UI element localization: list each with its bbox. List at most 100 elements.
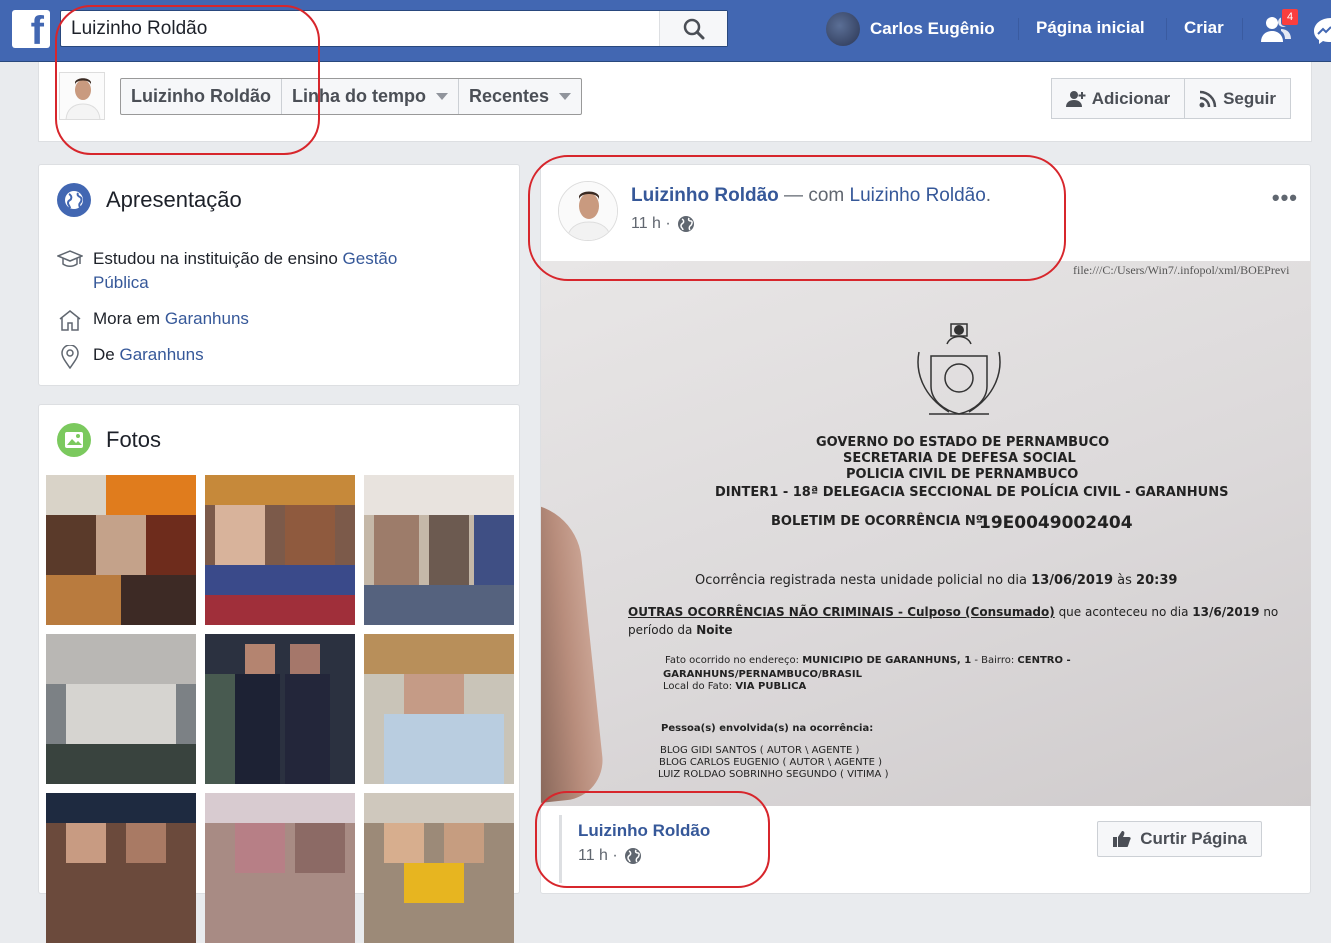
nav-create-link[interactable]: Criar [1184, 18, 1224, 38]
shared-page-footer: Luizinho Roldão 11 h · [559, 815, 779, 883]
photo-thumbnail[interactable] [205, 475, 355, 625]
doc-line: GOVERNO DO ESTADO DE PERNAMBUCO [816, 435, 1110, 450]
doc-type-text: OUTRAS OCORRÊNCIAS NÃO CRIMINAIS - Culpo… [628, 605, 1055, 619]
shared-page-name[interactable]: Luizinho Roldão [578, 821, 779, 841]
doc-registered: Ocorrência registrada nesta unidade poli… [695, 573, 1177, 588]
photo-thumbnail[interactable] [46, 634, 196, 784]
profile-header-strip: Luizinho Roldão Linha do tempo Recentes … [38, 62, 1312, 142]
post-options-icon[interactable]: ••• [1272, 185, 1298, 211]
education-prefix: Estudou na instituição de ensino [93, 249, 338, 268]
profile-photo [60, 73, 104, 119]
photo-thumbnail[interactable] [364, 793, 514, 943]
like-page-label: Curtir Página [1140, 829, 1247, 848]
friend-requests-badge: 4 [1281, 8, 1299, 26]
facebook-logo[interactable]: f [12, 9, 50, 53]
lives-prefix: Mora em [93, 309, 161, 328]
doc-registered-at: às [1117, 573, 1132, 588]
follow-button[interactable]: Seguir [1185, 78, 1291, 119]
doc-local-value: VIA PUBLICA [735, 681, 807, 692]
profile-actions: Adicionar Seguir [1050, 78, 1291, 119]
doc-registered-time: 20:39 [1136, 573, 1178, 588]
photo-grid [46, 475, 514, 943]
post-card: Luizinho Roldão — com Luizinho Roldão. 1… [540, 164, 1311, 894]
photo-thumbnail[interactable] [364, 475, 514, 625]
photo-thumbnail[interactable] [205, 793, 355, 943]
tab-profile-name[interactable]: Luizinho Roldão [121, 79, 282, 114]
thumbs-up-icon [1113, 831, 1131, 847]
nav-divider [1242, 18, 1243, 40]
messenger-icon[interactable] [1312, 16, 1331, 44]
top-navigation-bar: f Carlos Eugênio Página inicial Criar 4 [0, 0, 1331, 62]
doc-period-value: Noite [696, 623, 733, 637]
profile-tabs: Luizinho Roldão Linha do tempo Recentes [120, 78, 583, 115]
shared-page-meta: 11 h · [578, 847, 779, 865]
doc-period: período da Noite [628, 623, 732, 637]
thumb-in-photo [541, 497, 607, 805]
education-link-cont[interactable]: Pública [93, 273, 149, 292]
photo-thumbnail[interactable] [364, 634, 514, 784]
doc-bo-label: BOLETIM DE OCORRÊNCIA Nº. [771, 514, 989, 529]
nav-profile-link[interactable]: Carlos Eugênio [826, 12, 995, 46]
photos-icon [57, 423, 91, 457]
graduation-cap-icon [57, 247, 83, 295]
doc-type: OUTRAS OCORRÊNCIAS NÃO CRIMINAIS - Culpo… [628, 605, 1278, 619]
photo-thumbnail[interactable] [205, 634, 355, 784]
add-friend-label: Adicionar [1091, 88, 1171, 108]
intro-title: Apresentação [57, 183, 242, 217]
tab-timeline-dropdown[interactable]: Linha do tempo [282, 79, 459, 114]
search-button[interactable] [659, 11, 727, 46]
post-tagged-person-link[interactable]: Luizinho Roldão [850, 185, 986, 206]
doc-line: SECRETARIA DE DEFESA SOCIAL [843, 451, 1076, 466]
shared-page-timestamp[interactable]: 11 h · [578, 847, 618, 865]
home-icon [57, 307, 83, 331]
tab-recent-dropdown[interactable]: Recentes [459, 79, 581, 114]
post-timestamp[interactable]: 11 h · [631, 215, 671, 233]
post-header: Luizinho Roldão — com Luizinho Roldão. [631, 185, 991, 207]
doc-bairro-label: - Bairro: [974, 655, 1015, 666]
chevron-down-icon [435, 93, 448, 100]
doc-happened-date: 13/6/2019 [1192, 605, 1260, 619]
photo-thumbnail[interactable] [46, 793, 196, 943]
nav-user-name: Carlos Eugênio [870, 19, 995, 38]
post-meta: 11 h · [631, 215, 695, 233]
doc-address-label: Fato ocorrido no endereço: [665, 655, 800, 666]
nav-avatar [826, 12, 860, 46]
doc-person: LUIZ ROLDAO SOBRINHO SEGUNDO ( VITIMA ) [658, 769, 889, 780]
doc-line: DINTER1 - 18ª DELEGACIA SECCIONAL DE POL… [715, 485, 1229, 500]
doc-address-value: MUNICIPIO DE GARANHUNS, 1 [802, 655, 972, 666]
photo-thumbnail[interactable] [46, 475, 196, 625]
public-globe-icon [677, 216, 694, 232]
search-icon [683, 18, 705, 40]
intro-education: Estudou na instituição de ensino Gestão … [57, 247, 397, 295]
lives-link[interactable]: Garanhuns [165, 309, 249, 328]
like-page-button[interactable]: Curtir Página [1097, 821, 1262, 857]
nav-home-link[interactable]: Página inicial [1036, 18, 1145, 38]
post-author-avatar[interactable] [558, 181, 618, 241]
location-pin-icon [57, 343, 83, 369]
chevron-down-icon [559, 93, 572, 100]
post-with-suffix: . [985, 185, 992, 206]
tab-label: Luizinho Roldão [131, 86, 271, 106]
search-input[interactable] [61, 11, 659, 46]
profile-thumbnail[interactable] [59, 72, 105, 120]
nav-divider [1166, 18, 1167, 40]
facebook-logo-letter: f [30, 9, 44, 53]
tab-label: Recentes [468, 86, 550, 106]
intro-title-text: Apresentação [106, 187, 242, 212]
doc-registered-prefix: Ocorrência registrada nesta unidade poli… [695, 573, 1028, 588]
follow-label: Seguir [1223, 88, 1276, 108]
post-author-link[interactable]: Luizinho Roldão [631, 185, 779, 206]
doc-local: Local do Fato: VIA PUBLICA [663, 681, 806, 692]
education-link[interactable]: Gestão [343, 249, 398, 268]
add-friend-button[interactable]: Adicionar [1050, 78, 1186, 119]
post-image[interactable]: file:///C:/Users/Win7/.infopol/xml/BOEPr… [541, 261, 1311, 806]
doc-period-prefix: período da [628, 623, 693, 637]
doc-line: POLICIA CIVIL DE PERNAMBUCO [846, 467, 1079, 482]
doc-happened-no: no [1263, 605, 1279, 619]
doc-person: BLOG CARLOS EUGENIO ( AUTOR \ AGENTE ) [659, 757, 883, 768]
post-author-photo [559, 182, 617, 240]
from-link[interactable]: Garanhuns [119, 345, 203, 364]
pernambuco-coat-of-arms-icon [917, 323, 1001, 415]
post-with-text: — com [784, 185, 845, 206]
search-box [60, 10, 728, 47]
